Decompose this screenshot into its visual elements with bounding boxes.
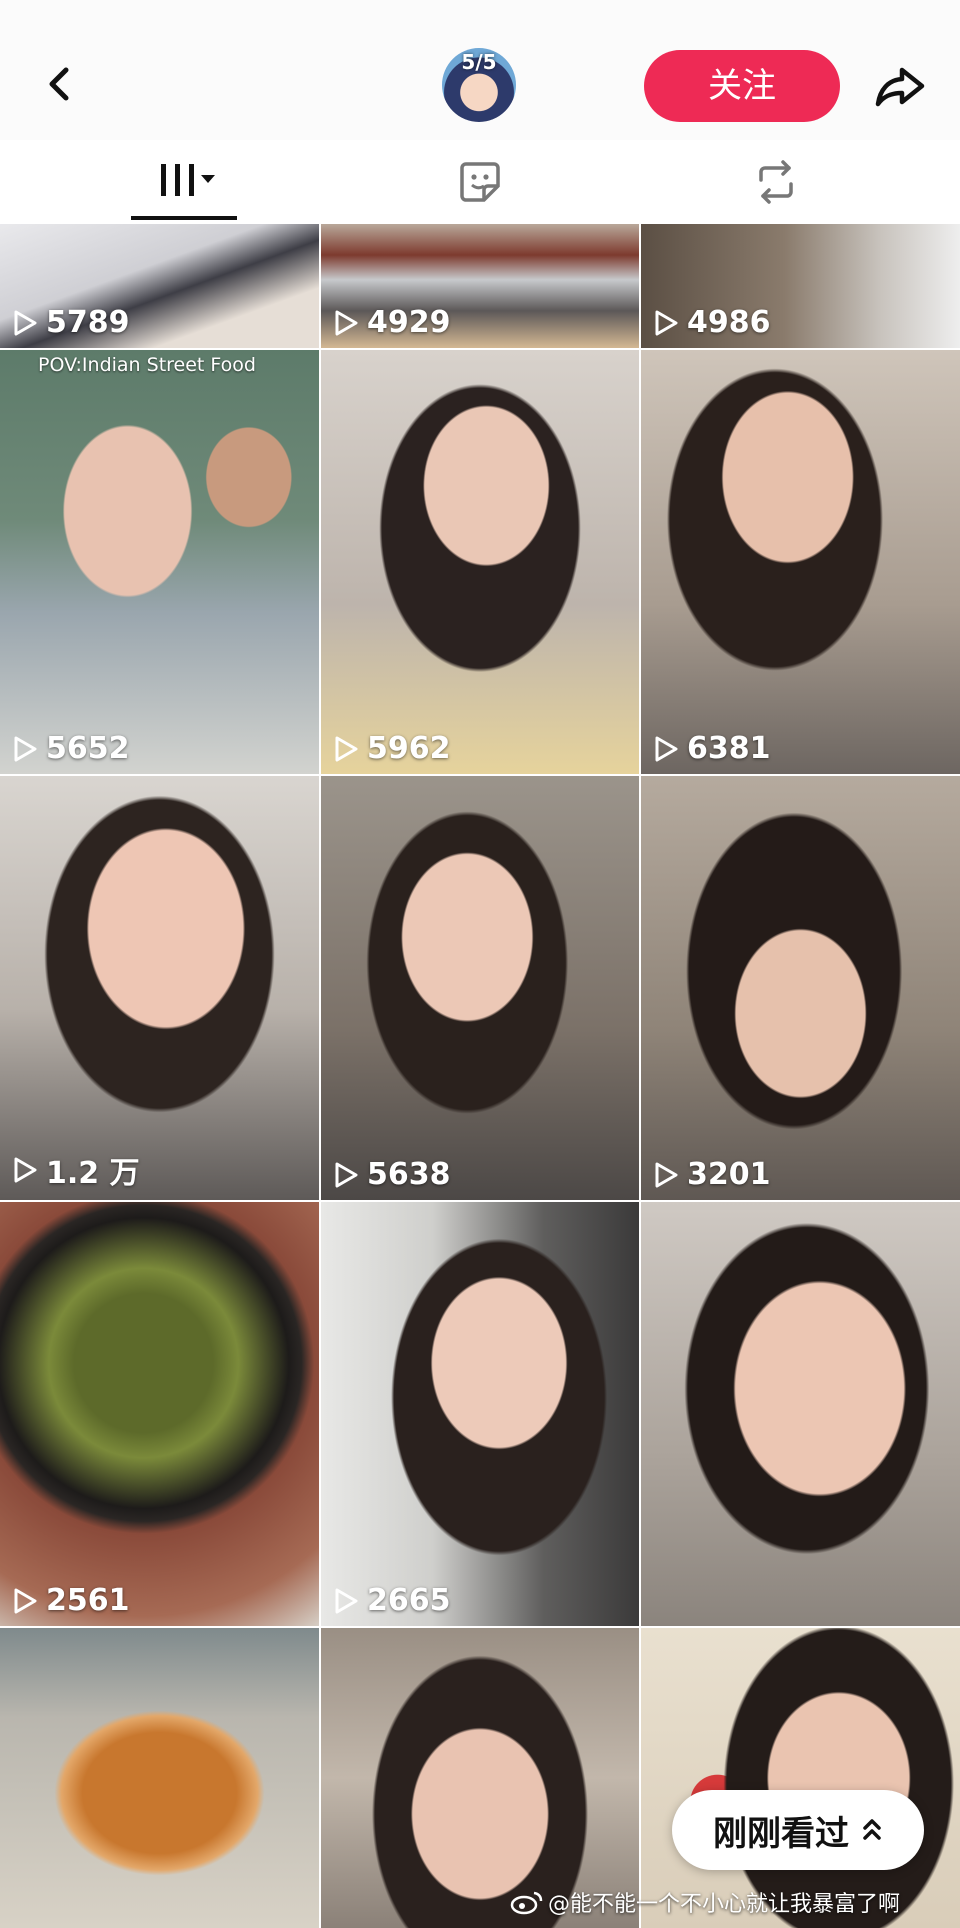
- play-count: 5652: [12, 731, 130, 766]
- sticker-icon: [460, 162, 500, 202]
- video-thumbnail[interactable]: POV:Indian Street Food 5652: [0, 350, 319, 774]
- avatar-badge-text: 5/5: [461, 50, 497, 74]
- avatar[interactable]: 5/5: [442, 48, 516, 122]
- share-button[interactable]: [872, 58, 928, 114]
- play-count: 4986: [653, 305, 771, 340]
- repost-icon: [759, 160, 793, 204]
- video-thumbnail[interactable]: 2561: [0, 1202, 319, 1626]
- play-count: 1.2 万: [12, 1148, 140, 1192]
- video-thumbnail[interactable]: 2665: [321, 1202, 639, 1626]
- video-thumbnail[interactable]: 3201: [641, 776, 960, 1200]
- double-chevron-up-icon: [863, 1819, 881, 1840]
- play-count: 2561: [12, 1583, 130, 1618]
- weibo-logo-icon: [510, 1891, 543, 1915]
- video-caption: POV:Indian Street Food: [38, 354, 256, 376]
- weibo-watermark: @能不能一个不小心就让我暴富了啊: [510, 1886, 900, 1918]
- profile-tabs: [0, 140, 960, 224]
- recently-viewed-button[interactable]: 刚刚看过: [672, 1790, 924, 1870]
- back-chevron-icon: [49, 67, 69, 101]
- play-icon: [655, 736, 678, 761]
- video-thumbnail[interactable]: [641, 1202, 960, 1626]
- video-thumbnail[interactable]: [321, 1628, 639, 1928]
- video-thumbnail[interactable]: [0, 1628, 319, 1928]
- video-thumbnail[interactable]: 4986: [641, 224, 960, 348]
- play-count: 5962: [333, 731, 451, 766]
- play-icon: [655, 1162, 678, 1187]
- play-icon: [14, 310, 37, 335]
- play-count: 2665: [333, 1583, 451, 1618]
- top-bar: 5/5 关注: [0, 0, 960, 140]
- watermark-text: @能不能一个不小心就让我暴富了啊: [548, 1892, 901, 1917]
- video-thumbnail[interactable]: 6381: [641, 350, 960, 774]
- grid-bars-icon: [161, 164, 215, 196]
- recently-viewed-label: 刚刚看过: [713, 1813, 849, 1854]
- video-thumbnail[interactable]: 5638: [321, 776, 639, 1200]
- play-icon: [335, 736, 358, 761]
- video-thumbnail[interactable]: [641, 1628, 960, 1928]
- video-thumbnail[interactable]: 5789: [0, 224, 319, 348]
- tab-reposts[interactable]: [696, 140, 856, 224]
- play-icon: [14, 1588, 37, 1613]
- video-thumbnail[interactable]: 4929: [321, 224, 639, 348]
- video-thumbnail[interactable]: 1.2 万: [0, 776, 319, 1200]
- share-arrow-icon: [875, 67, 925, 107]
- back-button[interactable]: [34, 58, 86, 110]
- play-count: 3201: [653, 1157, 771, 1192]
- play-count: 5638: [333, 1157, 451, 1192]
- play-icon: [335, 310, 358, 335]
- tab-works[interactable]: [104, 140, 264, 224]
- play-icon: [14, 736, 37, 761]
- play-count: 5789: [12, 305, 130, 340]
- play-icon: [14, 1157, 37, 1183]
- tab-likes[interactable]: [400, 140, 560, 224]
- play-icon: [335, 1588, 358, 1613]
- play-icon: [335, 1162, 358, 1187]
- follow-button[interactable]: 关注: [644, 50, 840, 122]
- active-tab-indicator: [131, 216, 237, 220]
- play-icon: [655, 310, 678, 335]
- video-thumbnail[interactable]: 5962: [321, 350, 639, 774]
- play-count: 6381: [653, 731, 771, 766]
- play-count: 4929: [333, 305, 451, 340]
